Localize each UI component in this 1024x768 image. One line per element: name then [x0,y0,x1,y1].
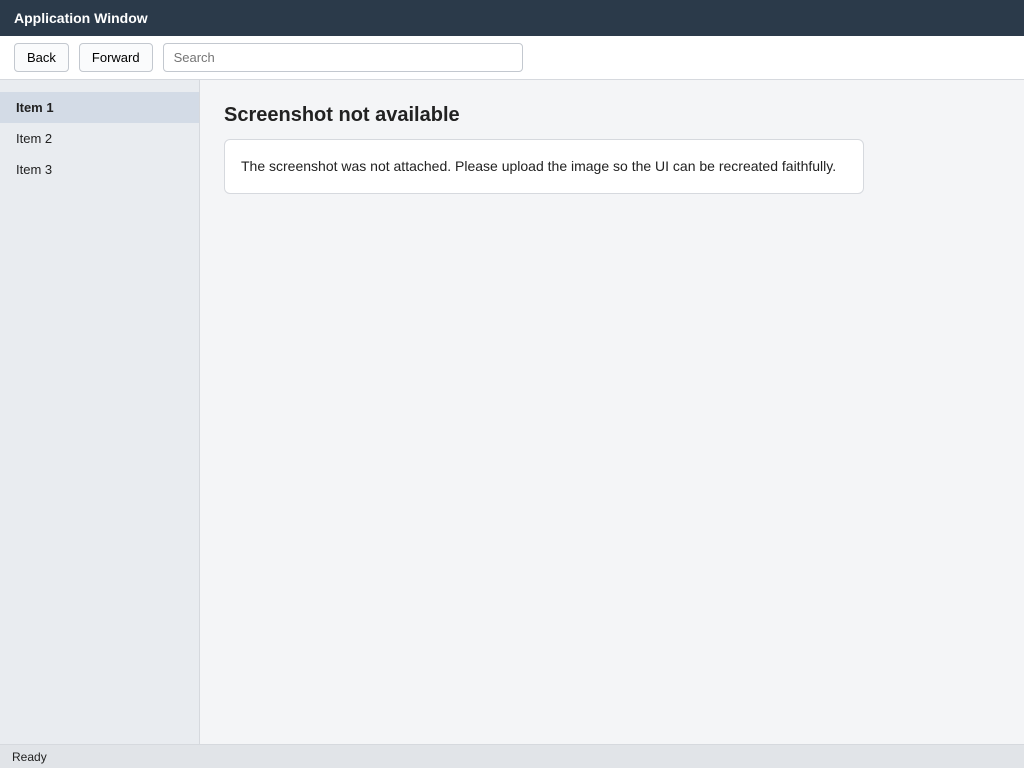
sidebar-item-1[interactable]: Item 1 [0,92,199,123]
forward-button[interactable]: Forward [78,43,153,72]
sidebar-item-2[interactable]: Item 2 [0,123,199,154]
notice-text: The screenshot was not attached. Please … [224,139,864,194]
status-bar: Ready [0,744,1024,768]
sidebar: Item 1 Item 2 Item 3 [0,80,200,744]
status-text: Ready [12,749,47,764]
content-area: Item 1 Item 2 Item 3 Screenshot not avai… [0,80,1024,744]
sidebar-item-3[interactable]: Item 3 [0,154,199,185]
main-panel: Screenshot not available The screenshot … [200,80,1024,744]
toolbar: Back Forward [0,36,1024,80]
window-title: Application Window [14,10,148,26]
back-button[interactable]: Back [14,43,69,72]
app-window: Application Window Back Forward Item 1 I… [0,0,1024,768]
page-title: Screenshot not available [224,104,460,126]
search-input[interactable] [162,43,523,72]
title-bar: Application Window [0,0,1024,36]
